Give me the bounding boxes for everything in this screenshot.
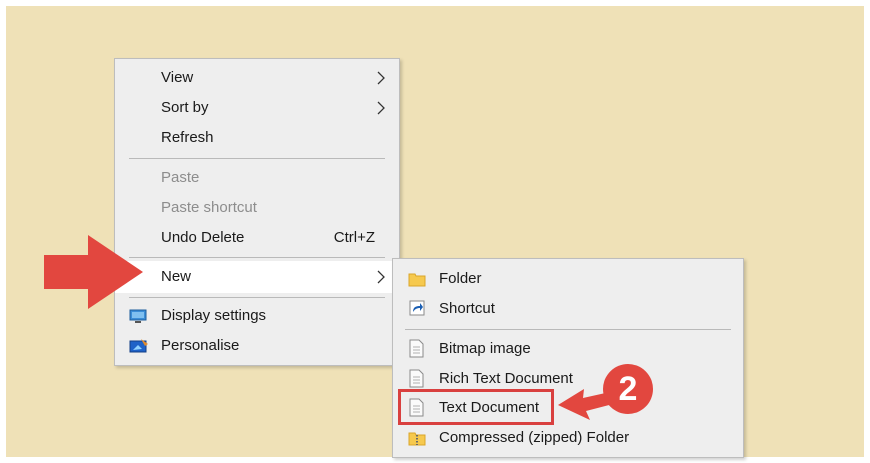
big-right-arrow-icon	[44, 235, 143, 309]
step-number-badge: 2	[603, 364, 653, 414]
annotation-layer	[44, 235, 613, 420]
